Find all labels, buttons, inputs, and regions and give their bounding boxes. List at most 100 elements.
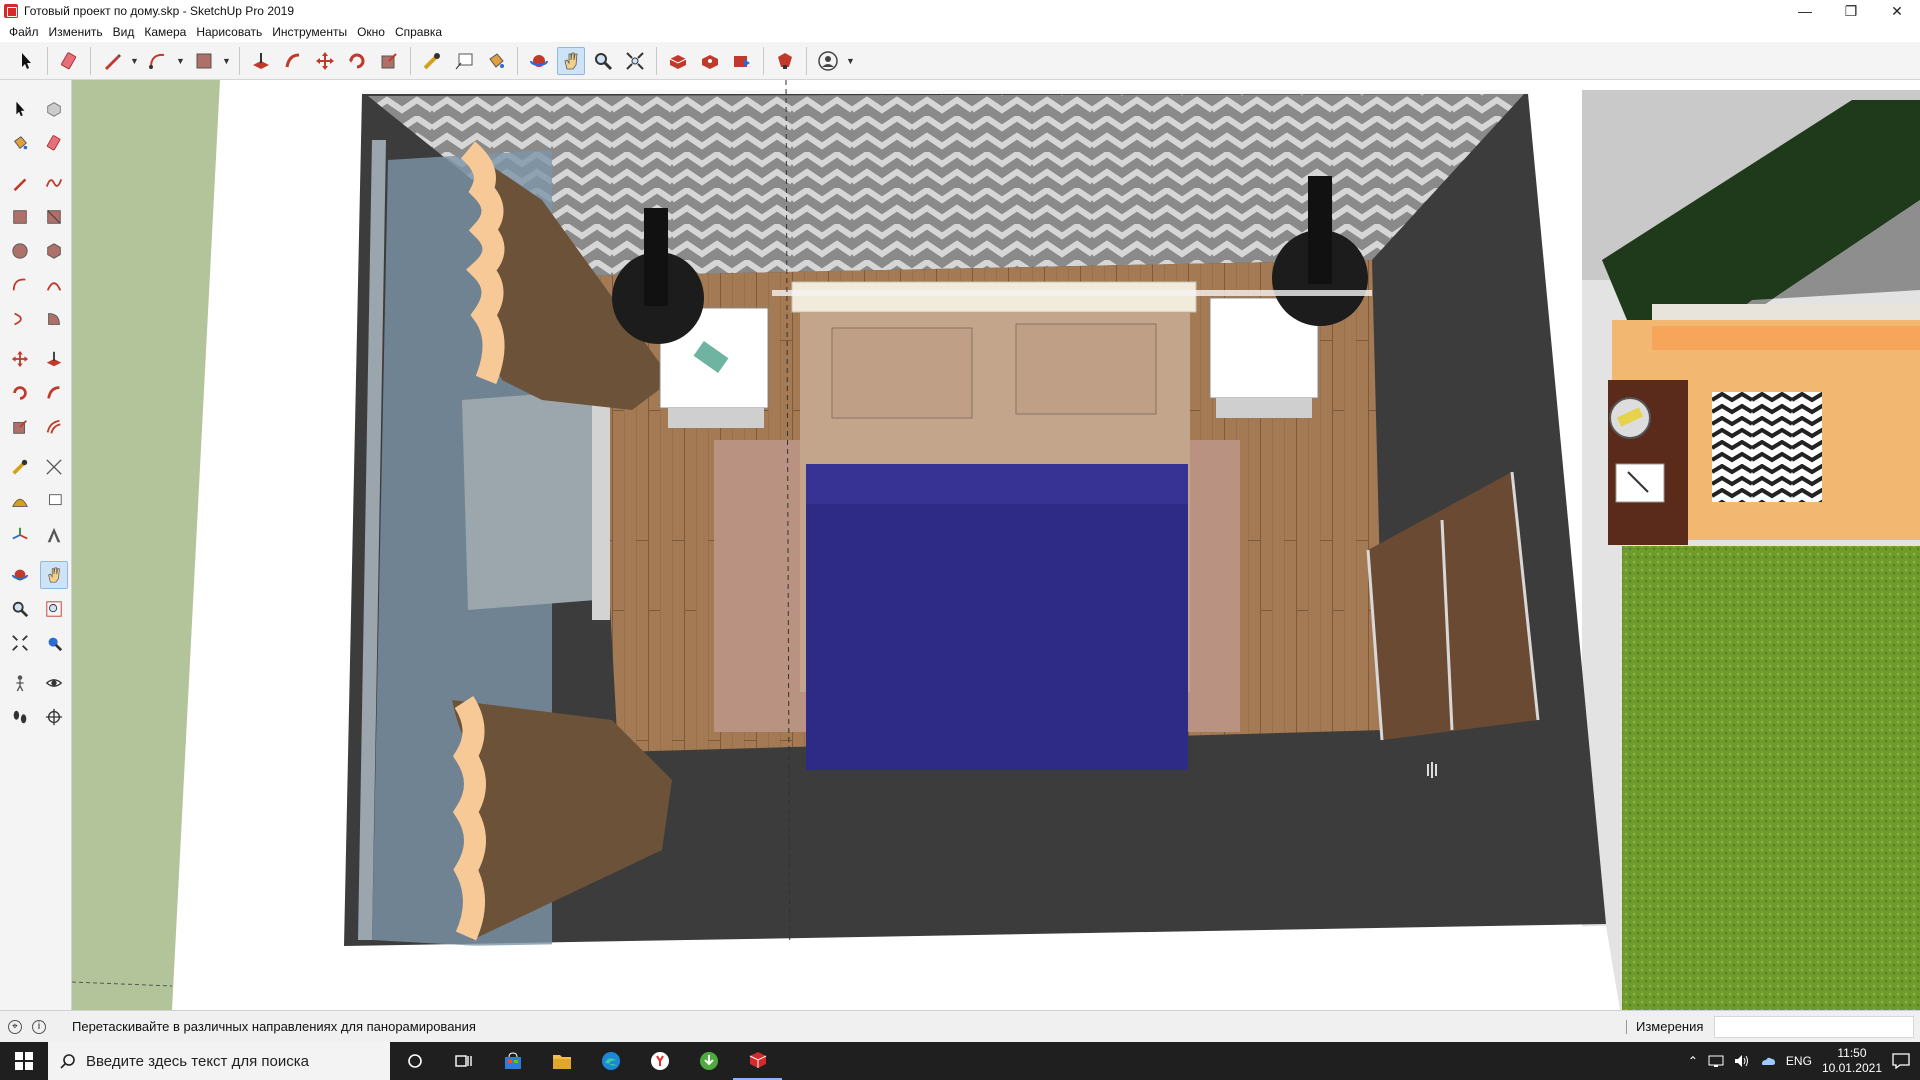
menu-file[interactable]: Файл: [4, 25, 44, 39]
chevron-down-icon[interactable]: ▼: [130, 56, 140, 66]
chevron-down-icon[interactable]: ▼: [222, 56, 232, 66]
counter-top: [1652, 326, 1920, 350]
volume-icon[interactable]: [1734, 1054, 1750, 1068]
rotate-tool[interactable]: [6, 379, 34, 407]
orbit-tool-button[interactable]: [525, 47, 553, 75]
eraser-icon: [61, 51, 77, 69]
protractor-tool[interactable]: [6, 487, 34, 515]
menu-help[interactable]: Справка: [390, 25, 447, 39]
scale-tool-button[interactable]: [375, 47, 403, 75]
language-indicator[interactable]: ENG: [1786, 1054, 1812, 1068]
onedrive-icon[interactable]: [1760, 1054, 1776, 1068]
paint-bucket-tool-button[interactable]: [482, 47, 510, 75]
make-component-tool[interactable]: [40, 95, 68, 123]
show-hidden-icons-button[interactable]: ⌃: [1688, 1054, 1698, 1068]
network-icon[interactable]: [1708, 1054, 1724, 1068]
axes-tool[interactable]: [6, 521, 34, 549]
clock[interactable]: 11:50 10.01.2021: [1822, 1046, 1882, 1076]
push-pull-tool-button[interactable]: [247, 47, 275, 75]
chevron-down-icon[interactable]: ▼: [176, 56, 186, 66]
scale-tool[interactable]: [6, 413, 34, 441]
move-tool-button[interactable]: [311, 47, 339, 75]
store-app-button[interactable]: [488, 1042, 537, 1080]
task-view-button[interactable]: [439, 1042, 488, 1080]
chevron-down-icon[interactable]: ▼: [846, 56, 856, 66]
share-model-button[interactable]: [696, 47, 724, 75]
zoom-extents-tool-button[interactable]: [621, 47, 649, 75]
freehand-tool[interactable]: [40, 169, 68, 197]
menu-camera[interactable]: Камера: [139, 25, 191, 39]
two-point-arc-tool[interactable]: [40, 271, 68, 299]
model-viewport[interactable]: [72, 80, 1920, 1010]
text-tool[interactable]: [40, 487, 68, 515]
edge-browser-button[interactable]: [586, 1042, 635, 1080]
position-camera-tool[interactable]: [6, 669, 34, 697]
follow-me-tool[interactable]: [40, 379, 68, 407]
polygon-tool[interactable]: [40, 237, 68, 265]
rotate-tool-button[interactable]: [343, 47, 371, 75]
geo-location-icon[interactable]: ⌖: [8, 1019, 22, 1034]
zoom-extents-tool[interactable]: [6, 629, 34, 657]
minimize-button[interactable]: —: [1782, 0, 1828, 22]
look-around-tool[interactable]: [40, 669, 68, 697]
sketchup-taskbar-button[interactable]: [733, 1042, 782, 1080]
tape-measure-tool[interactable]: [6, 453, 34, 481]
offset-tool[interactable]: [40, 413, 68, 441]
follow-me-tool-button[interactable]: [279, 47, 307, 75]
pan-tool-button[interactable]: [557, 46, 585, 75]
eraser-tool-button[interactable]: [55, 47, 83, 75]
move-arrows-icon: [316, 51, 334, 70]
share-component-button[interactable]: [728, 47, 756, 75]
torrent-app-button[interactable]: [684, 1042, 733, 1080]
zoom-tool[interactable]: [6, 595, 34, 623]
section-plane-tool[interactable]: [40, 703, 68, 731]
orbit-tool[interactable]: [6, 561, 34, 589]
pie-tool[interactable]: [40, 305, 68, 333]
rectangle-icon: [13, 210, 27, 224]
extension-warehouse-button[interactable]: [771, 47, 799, 75]
arc-tool-button[interactable]: [144, 47, 172, 75]
3d-text-tool[interactable]: [40, 521, 68, 549]
circle-tool[interactable]: [6, 237, 34, 265]
eraser-tool[interactable]: [40, 129, 68, 157]
walk-tool[interactable]: [6, 703, 34, 731]
account-button[interactable]: [814, 47, 842, 75]
menu-view[interactable]: Вид: [108, 25, 140, 39]
warehouse-button[interactable]: [664, 47, 692, 75]
menu-tools[interactable]: Инструменты: [267, 25, 352, 39]
menu-draw[interactable]: Нарисовать: [191, 25, 267, 39]
line-tool[interactable]: [6, 169, 34, 197]
arc-tool[interactable]: [6, 271, 34, 299]
start-button[interactable]: [0, 1042, 48, 1080]
measurements-input[interactable]: [1714, 1016, 1914, 1038]
rectangle-tool-button[interactable]: [190, 47, 218, 75]
maximize-button[interactable]: ❐: [1828, 0, 1874, 22]
dimension-tool[interactable]: [40, 453, 68, 481]
taskbar-search-box[interactable]: Введите здесь текст для поиска: [48, 1042, 390, 1080]
text-tool-button[interactable]: [450, 47, 478, 75]
previous-view-tool[interactable]: [40, 629, 68, 657]
menu-window[interactable]: Окно: [352, 25, 390, 39]
rotated-rectangle-tool[interactable]: [40, 203, 68, 231]
model-scene[interactable]: [72, 80, 1920, 1010]
yandex-browser-button[interactable]: [635, 1042, 684, 1080]
info-icon[interactable]: i: [32, 1019, 46, 1034]
tape-measure-tool-button[interactable]: [418, 47, 446, 75]
zoom-window-tool[interactable]: [40, 595, 68, 623]
select-tool[interactable]: [6, 95, 34, 123]
move-tool[interactable]: [6, 345, 34, 373]
select-tool-button[interactable]: [12, 47, 40, 75]
three-point-arc-tool[interactable]: [6, 305, 34, 333]
paint-bucket-tool[interactable]: [6, 129, 34, 157]
search-placeholder: Введите здесь текст для поиска: [86, 1052, 309, 1070]
notifications-icon[interactable]: [1892, 1053, 1910, 1069]
menu-edit[interactable]: Изменить: [44, 25, 108, 39]
rectangle-tool[interactable]: [6, 203, 34, 231]
push-pull-tool[interactable]: [40, 345, 68, 373]
cortana-button[interactable]: [390, 1042, 439, 1080]
close-button[interactable]: ✕: [1874, 0, 1920, 22]
line-tool-button[interactable]: [98, 47, 126, 75]
zoom-tool-button[interactable]: [589, 47, 617, 75]
file-explorer-button[interactable]: [537, 1042, 586, 1080]
pan-tool[interactable]: [40, 561, 68, 589]
